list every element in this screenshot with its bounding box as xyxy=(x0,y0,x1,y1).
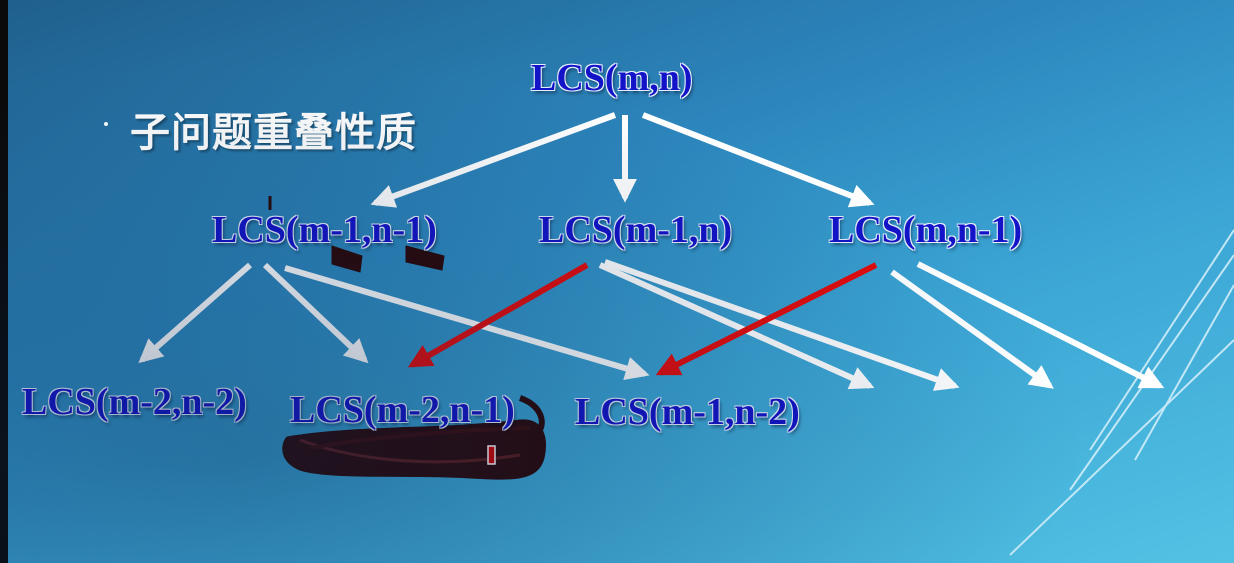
node-lcs-m1-n: LCS(m-1,n) xyxy=(539,209,733,251)
node-lcs-m1-n2: LCS(m-1,n-2) xyxy=(575,391,800,433)
red-cursor-mark xyxy=(487,445,496,465)
slide: 子问题重叠性质 LCS(m,n) LCS(m-1,n-1) LCS(m-1,n)… xyxy=(0,0,1234,563)
arrow-mn1-to-m1n2-red xyxy=(655,262,878,376)
arrow-root-to-mn1 xyxy=(641,112,875,208)
slide-title: 子问题重叠性质 xyxy=(130,110,417,156)
node-lcs-m-n1: LCS(m,n-1) xyxy=(829,209,1023,251)
node-lcs-m2-n2: LCS(m-2,n-2) xyxy=(22,381,247,423)
arrow-m1n1-to-m2n2 xyxy=(138,262,252,364)
arrow-m1n1-to-m1n2 xyxy=(284,265,650,381)
arrow-mn1-child-3 xyxy=(916,261,1165,389)
node-lcs-m1-n1: LCS(m-1,n-1) xyxy=(212,209,437,251)
arrow-m1n-child-2 xyxy=(598,262,875,390)
decorative-lines xyxy=(1009,229,1234,556)
node-lcs-m2-n1: LCS(m-2,n-1) xyxy=(290,389,515,431)
bullet-dot xyxy=(104,122,108,126)
node-lcs-m-n: LCS(m,n) xyxy=(531,57,693,99)
